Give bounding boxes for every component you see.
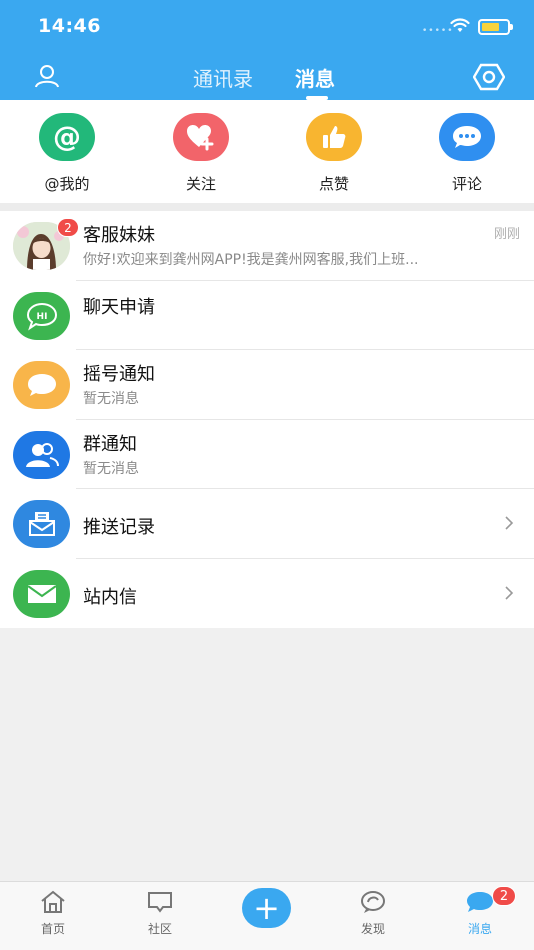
- inbox-icon: [13, 500, 70, 548]
- list-item-customer-service[interactable]: 2 客服妹妹 刚刚 你好!欢迎来到龚州网APP!我是龚州网客服,我们上班...: [0, 211, 534, 281]
- message-list: 2 客服妹妹 刚刚 你好!欢迎来到龚州网APP!我是龚州网客服,我们上班... …: [0, 211, 534, 628]
- message-title: 站内信: [83, 586, 137, 608]
- thumbs-up-icon: [306, 113, 362, 161]
- chevron-right-icon: [504, 585, 514, 605]
- quick-label: @我的: [44, 175, 90, 193]
- tabbar-label: 首页: [40, 922, 65, 936]
- message-title: 推送记录: [83, 517, 155, 538]
- tabbar-label: 社区: [147, 922, 172, 936]
- list-item-push-records[interactable]: 推送记录: [0, 489, 534, 559]
- quick-label: 点赞: [318, 175, 349, 193]
- unread-badge: 2: [492, 886, 516, 906]
- tab-contacts[interactable]: 通讯录: [193, 63, 253, 92]
- tabbar-discover[interactable]: 发现: [343, 890, 403, 937]
- message-time: 刚刚: [493, 227, 520, 242]
- list-item-chat-request[interactable]: HI 聊天申请: [0, 281, 534, 350]
- list-item-site-mail[interactable]: 站内信: [0, 559, 534, 629]
- bottom-tab-bar: 首页 社区 + 发现 消息 2: [0, 881, 534, 950]
- quick-comments[interactable]: 评论: [427, 113, 507, 194]
- chevron-right-icon: [504, 515, 514, 535]
- list-item-lottery-notice[interactable]: 摇号通知 暂无消息: [0, 350, 534, 420]
- quick-at-me[interactable]: @ @我的: [27, 113, 107, 194]
- tab-messages[interactable]: 消息: [295, 63, 335, 92]
- message-preview: 你好!欢迎来到龚州网APP!我是龚州网客服,我们上班...: [83, 252, 419, 268]
- message-title: 群通知: [83, 433, 137, 455]
- tabbar-label: 发现: [360, 922, 385, 936]
- home-icon: [41, 890, 65, 913]
- quick-label: 关注: [185, 175, 216, 193]
- wifi-icon: [450, 18, 470, 38]
- message-icon: [467, 892, 493, 912]
- quick-likes[interactable]: 点赞: [294, 113, 374, 194]
- profile-icon[interactable]: [34, 63, 60, 93]
- quick-actions: @ @我的 关注 点赞 评论: [0, 100, 534, 203]
- quick-label: 评论: [451, 175, 482, 193]
- group-icon: [13, 430, 70, 479]
- comment-icon: [439, 113, 495, 161]
- heart-plus-icon: [173, 113, 229, 161]
- message-title: 客服妹妹: [83, 225, 155, 246]
- tabbar-home[interactable]: 首页: [23, 890, 83, 937]
- hi-text: HI: [36, 312, 47, 322]
- message-title: 摇号通知: [83, 364, 155, 385]
- add-button[interactable]: +: [242, 888, 291, 928]
- section-divider: [0, 203, 534, 211]
- quick-follow[interactable]: 关注: [161, 113, 241, 194]
- list-item-group-notice[interactable]: 群通知 暂无消息: [0, 420, 534, 489]
- svg-text:@: @: [53, 120, 81, 153]
- settings-icon[interactable]: [472, 63, 506, 95]
- community-icon: [148, 892, 172, 913]
- unread-badge: 2: [57, 218, 79, 237]
- tabbar-label: 消息: [467, 922, 492, 936]
- discover-icon: [361, 891, 385, 913]
- battery-icon: [478, 19, 513, 35]
- tabbar-community[interactable]: 社区: [130, 890, 190, 937]
- at-icon: @: [39, 113, 95, 161]
- envelope-icon: [13, 569, 70, 618]
- message-title: 聊天申请: [83, 296, 155, 318]
- signal-icon: •••••: [422, 26, 454, 36]
- status-time: 14:46: [38, 15, 101, 37]
- hi-chat-icon: HI: [13, 291, 70, 340]
- message-preview: 暂无消息: [83, 460, 139, 477]
- message-preview: 暂无消息: [83, 391, 139, 407]
- speech-bubble-icon: [13, 361, 70, 409]
- app-header: 14:46 ••••• 通讯录 消息: [0, 0, 534, 100]
